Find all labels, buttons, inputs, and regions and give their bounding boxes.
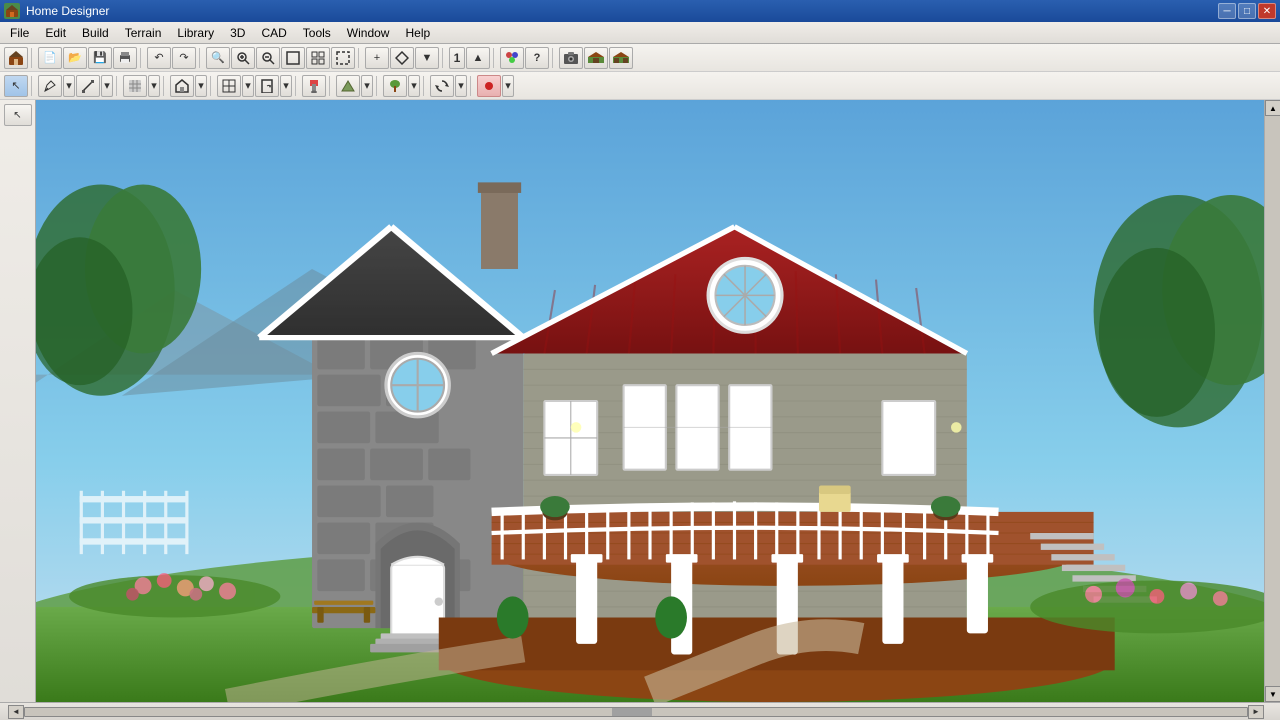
scroll-right-button[interactable]: ► xyxy=(1248,705,1264,719)
close-button[interactable]: ✕ xyxy=(1258,3,1276,19)
btn-fill-window[interactable] xyxy=(306,47,330,69)
menu-3d[interactable]: 3D xyxy=(222,24,253,42)
btn-select-all[interactable] xyxy=(331,47,355,69)
btn-print[interactable] xyxy=(113,47,137,69)
menu-bar: File Edit Build Terrain Library 3D CAD T… xyxy=(0,22,1280,44)
btn-window-drop[interactable]: ▾ xyxy=(242,75,254,97)
btn-transform[interactable] xyxy=(390,47,414,69)
scroll-down-button[interactable]: ▼ xyxy=(1265,686,1280,702)
btn-cam2[interactable] xyxy=(584,47,608,69)
btn-terrain-tool[interactable] xyxy=(336,75,360,97)
btn-new[interactable]: 📄 xyxy=(38,47,62,69)
scroll-left-button[interactable]: ◄ xyxy=(8,705,24,719)
horizontal-scroll-thumb[interactable] xyxy=(612,708,652,716)
btn-down[interactable]: ▼ xyxy=(415,47,439,69)
btn-rotate3d[interactable] xyxy=(430,75,454,97)
btn-door-tool[interactable] xyxy=(255,75,279,97)
minimize-button[interactable]: ─ xyxy=(1218,3,1236,19)
house-scene xyxy=(36,100,1264,702)
btn-search[interactable]: 🔍 xyxy=(206,47,230,69)
right-scrollbar[interactable]: ▲ ▼ xyxy=(1264,100,1280,702)
title-bar: Home Designer ─ □ ✕ xyxy=(0,0,1280,22)
btn-redo[interactable]: ↷ xyxy=(172,47,196,69)
horizontal-scroll-track[interactable] xyxy=(24,707,1248,717)
btn-window-tool[interactable] xyxy=(217,75,241,97)
btn-materials[interactable] xyxy=(500,47,524,69)
btn-save[interactable]: 💾 xyxy=(88,47,112,69)
btn-terrain-drop[interactable]: ▾ xyxy=(361,75,373,97)
btn-add[interactable]: + xyxy=(365,47,389,69)
menu-edit[interactable]: Edit xyxy=(37,24,74,42)
menu-terrain[interactable]: Terrain xyxy=(117,24,170,42)
btn-plant-drop[interactable]: ▾ xyxy=(408,75,420,97)
btn-select-box[interactable] xyxy=(281,47,305,69)
btn-paint-tool[interactable] xyxy=(302,75,326,97)
window-title: Home Designer xyxy=(26,4,1218,18)
btn-grid-drop[interactable]: ▾ xyxy=(148,75,160,97)
btn-select-tool[interactable]: ↖ xyxy=(4,75,28,97)
canvas-view[interactable] xyxy=(36,100,1264,702)
main-area: ↖ xyxy=(0,100,1280,702)
btn-help[interactable]: ? xyxy=(525,47,549,69)
btn-open[interactable]: 📂 xyxy=(63,47,87,69)
btn-undo[interactable]: ↶ xyxy=(147,47,171,69)
menu-cad[interactable]: CAD xyxy=(253,24,294,42)
menu-tools[interactable]: Tools xyxy=(295,24,339,42)
btn-zoom-in[interactable] xyxy=(231,47,255,69)
menu-file[interactable]: File xyxy=(2,24,37,42)
btn-cam3[interactable] xyxy=(609,47,633,69)
btn-door-drop[interactable]: ▾ xyxy=(280,75,292,97)
scroll-track[interactable] xyxy=(1265,116,1280,686)
btn-house-tool[interactable] xyxy=(170,75,194,97)
btn-view-drop[interactable]: ▾ xyxy=(195,75,207,97)
btn-rec-drop[interactable]: ▾ xyxy=(502,75,514,97)
left-panel: ↖ xyxy=(0,100,36,702)
btn-measure[interactable]: 1 xyxy=(449,47,465,69)
btn-app[interactable] xyxy=(4,47,28,69)
menu-help[interactable]: Help xyxy=(397,24,438,42)
btn-cam1[interactable] xyxy=(559,47,583,69)
window-controls: ─ □ ✕ xyxy=(1218,3,1276,19)
btn-grid-tool[interactable] xyxy=(123,75,147,97)
side-btn-arrow[interactable]: ↖ xyxy=(4,104,32,126)
app-icon xyxy=(4,3,20,19)
menu-window[interactable]: Window xyxy=(339,24,398,42)
toolbar-primary: 📄 📂 💾 ↶ ↷ 🔍 + ▼ 1 ▲ ? xyxy=(0,44,1280,72)
btn-zoom-out[interactable] xyxy=(256,47,280,69)
btn-draw-drop[interactable]: ▾ xyxy=(63,75,75,97)
maximize-button[interactable]: □ xyxy=(1238,3,1256,19)
btn-rec[interactable] xyxy=(477,75,501,97)
menu-build[interactable]: Build xyxy=(74,24,117,42)
btn-line-tool[interactable] xyxy=(76,75,100,97)
btn-draw-tool[interactable] xyxy=(38,75,62,97)
btn-up[interactable]: ▲ xyxy=(466,47,490,69)
status-bar: ◄ ► xyxy=(0,702,1280,720)
menu-library[interactable]: Library xyxy=(169,24,222,42)
scroll-up-button[interactable]: ▲ xyxy=(1265,100,1280,116)
btn-rotate-drop[interactable]: ▾ xyxy=(455,75,467,97)
btn-plant-tool[interactable] xyxy=(383,75,407,97)
toolbar-secondary: ↖ ▾ ▾ ▾ ▾ ▾ ▾ ▾ ▾ ▾ ▾ xyxy=(0,72,1280,100)
btn-line-drop[interactable]: ▾ xyxy=(101,75,113,97)
